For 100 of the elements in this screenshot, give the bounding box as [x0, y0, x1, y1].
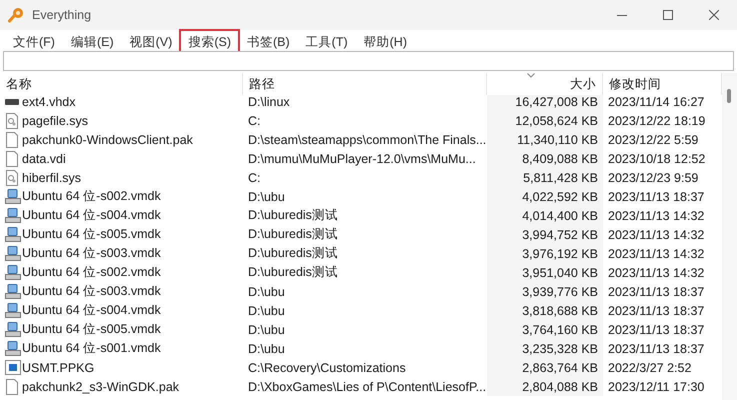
date-cell-text: 2022/3/27 2:52	[607, 360, 692, 376]
path-cell-text: D:\linux	[247, 94, 291, 110]
file-name: Ubuntu 64 位-s002.vmdk	[22, 188, 161, 205]
path-cell-text: C:	[247, 112, 262, 130]
name-cell[interactable]: Ubuntu 64 位-s001.vmdk	[0, 339, 243, 358]
file-name: USMT.PPKG	[22, 360, 94, 374]
file-name: Ubuntu 64 位-s001.vmdk	[22, 340, 161, 357]
path-cell-text: D:\XboxGames\Lies of P\Content\LiesofP...	[247, 378, 487, 396]
date-cell-text: 2023/12/22 5:59	[607, 132, 700, 148]
minimize-icon	[617, 14, 627, 16]
size-cell: 8,409,088 KB	[487, 149, 603, 168]
name-cell[interactable]: Ubuntu 64 位-s003.vmdk	[0, 282, 243, 301]
package-icon	[5, 360, 21, 375]
name-cell[interactable]: USMT.PPKG	[0, 358, 243, 377]
date-cell-text: 2023/12/22 18:19	[607, 112, 706, 130]
size-cell: 3,939,776 KB	[487, 282, 603, 301]
scrollbar-thumb[interactable]	[727, 89, 731, 103]
file-name: data.vdi	[22, 152, 66, 166]
date-cell-text: 2023/11/13 18:37	[607, 188, 706, 206]
path-cell-text: D:\steam\steamapps\common\The Finals...	[247, 132, 487, 149]
date-cell-text: 2023/11/13 18:37	[607, 284, 706, 300]
scrollbar[interactable]	[722, 73, 737, 400]
name-cell[interactable]: pakchunk2_s3-WinGDK.pak	[0, 377, 243, 396]
path-cell-text: C:\Recovery\Customizations	[247, 360, 407, 377]
virtual-disk-icon	[5, 265, 21, 280]
path-cell-text: D:\ubu	[247, 302, 286, 320]
window-title: Everything	[32, 8, 92, 22]
file-name: pagefile.sys	[22, 114, 88, 128]
virtual-disk-icon	[5, 284, 21, 299]
drive-icon	[5, 98, 19, 104]
system-file-icon	[5, 170, 19, 186]
search-field[interactable]	[3, 51, 734, 71]
date-cell-text: 2023/11/13 18:37	[607, 302, 706, 320]
menu-item[interactable]: 视图(V)	[120, 29, 182, 55]
name-cell[interactable]: Ubuntu 64 位-s003.vmdk	[0, 244, 243, 263]
virtual-disk-icon	[5, 322, 21, 337]
name-cell[interactable]: pakchunk0-WindowsClient.pak	[0, 130, 243, 149]
date-cell-text: 2023/10/18 12:52	[607, 150, 706, 168]
size-cell: 3,235,328 KB	[487, 339, 603, 358]
path-cell-text: D:\ubu	[247, 322, 286, 338]
size-cell: 3,994,752 KB	[487, 225, 603, 244]
file-name: Ubuntu 64 位-s003.vmdk	[22, 245, 161, 262]
size-cell: 4,014,400 KB	[487, 206, 603, 225]
size-cell: 5,811,428 KB	[487, 168, 603, 187]
path-cell-text: D:\ubu	[247, 188, 286, 206]
name-cell[interactable]: ext4.vhdx	[0, 92, 243, 111]
column-header[interactable]: 大小	[487, 73, 603, 95]
file-name: Ubuntu 64 位-s005.vmdk	[22, 226, 161, 243]
size-cell: 3,976,192 KB	[487, 244, 603, 263]
date-cell-text: 2023/11/13 14:32	[607, 208, 706, 224]
size-cell: 3,951,040 KB	[487, 263, 603, 282]
name-cell[interactable]: hiberfil.sys	[0, 168, 243, 187]
size-cell: 3,764,160 KB	[487, 320, 603, 339]
file-name: pakchunk2_s3-WinGDK.pak	[22, 380, 180, 394]
file-name: pakchunk0-WindowsClient.pak	[22, 132, 193, 146]
menu-item[interactable]: 工具(T)	[296, 29, 357, 55]
size-cell: 2,863,764 KB	[487, 358, 603, 377]
path-cell-text: D:\ubu	[247, 284, 286, 300]
date-cell-text: 2023/11/14 16:27	[607, 94, 706, 110]
file-name: Ubuntu 64 位-s002.vmdk	[22, 264, 161, 281]
name-cell[interactable]: pagefile.sys	[0, 111, 243, 130]
size-cell: 11,340,110 KB	[487, 130, 603, 149]
path-cell-text: D:\mumu\MuMuPlayer-12.0\vms\MuMu...	[247, 150, 477, 168]
date-cell-text: 2023/11/13 14:32	[607, 264, 706, 282]
file-icon	[5, 132, 19, 148]
date-cell-text: 2023/12/11 17:30	[607, 378, 706, 396]
path-cell-text: D:\uburedis测试	[247, 245, 339, 262]
menu-item[interactable]: 书签(B)	[238, 29, 299, 55]
file-name: Ubuntu 64 位-s004.vmdk	[22, 302, 161, 319]
name-cell[interactable]: Ubuntu 64 位-s002.vmdk	[0, 263, 243, 282]
file-name: Ubuntu 64 位-s005.vmdk	[22, 321, 161, 338]
name-cell[interactable]: Ubuntu 64 位-s005.vmdk	[0, 320, 243, 339]
path-cell-text: D:\ubu	[247, 340, 286, 358]
name-cell[interactable]: Ubuntu 64 位-s004.vmdk	[0, 301, 243, 320]
file-name: hiberfil.sys	[22, 170, 82, 184]
path-cell-text: D:\uburedis测试	[247, 264, 339, 281]
name-cell[interactable]: Ubuntu 64 位-s002.vmdk	[0, 187, 243, 206]
sort-caret-icon	[527, 73, 535, 78]
virtual-disk-icon	[5, 341, 21, 356]
menu-item[interactable]: 编辑(E)	[62, 29, 123, 55]
date-cell-text: 2023/11/13 14:32	[607, 226, 706, 244]
size-cell: 2,804,088 KB	[487, 377, 603, 396]
close-icon	[709, 10, 719, 20]
menu-item[interactable]: 文件(F)	[4, 29, 64, 55]
menu-item[interactable]: 帮助(H)	[354, 29, 416, 55]
virtual-disk-icon	[5, 246, 21, 261]
virtual-disk-icon	[5, 303, 21, 318]
path-cell-text: C:	[247, 170, 262, 186]
file-icon	[5, 150, 19, 166]
name-cell[interactable]: Ubuntu 64 位-s004.vmdk	[0, 206, 243, 225]
name-cell[interactable]: Ubuntu 64 位-s005.vmdk	[0, 225, 243, 244]
path-cell-text: D:\uburedis测试	[247, 226, 339, 243]
virtual-disk-icon	[5, 208, 21, 223]
size-cell: 12,058,624 KB	[487, 111, 603, 130]
file-name: Ubuntu 64 位-s004.vmdk	[22, 207, 161, 224]
date-cell-text: 2023/11/13 18:37	[607, 340, 706, 358]
name-cell[interactable]: data.vdi	[0, 149, 243, 168]
file-icon	[5, 378, 19, 394]
maximize-icon	[663, 10, 673, 20]
system-file-icon	[5, 112, 19, 128]
